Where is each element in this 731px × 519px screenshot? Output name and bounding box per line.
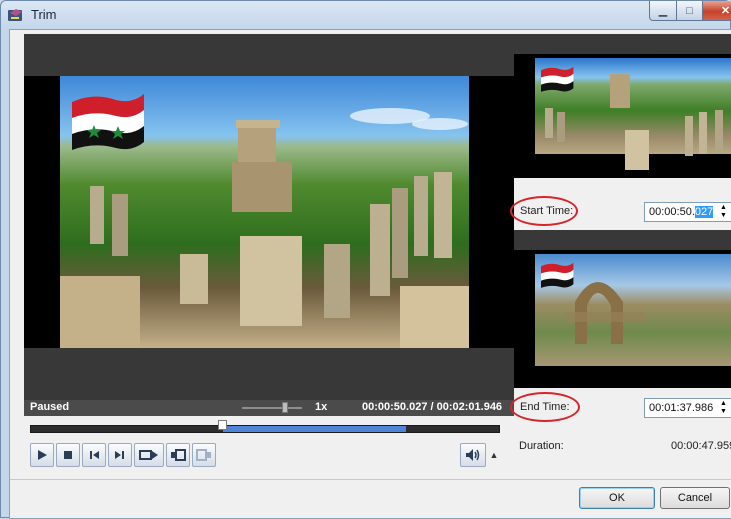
start-time-label: Start Time: [520, 205, 574, 217]
timeline-playhead[interactable] [218, 420, 227, 430]
caret-up-icon: ▲ [489, 450, 499, 460]
minimize-icon: ▁ [658, 5, 668, 17]
skip-back-icon [90, 451, 99, 459]
end-time-field[interactable]: 00:01:37.986 ▲ ▼ [644, 398, 731, 418]
duration-value: 00:00:47.959 [671, 440, 731, 452]
set-end-button[interactable] [192, 443, 216, 467]
cancel-button[interactable]: Cancel [660, 487, 730, 509]
end-frame-thumbnail [514, 230, 731, 388]
trim-selection-range [223, 426, 406, 432]
start-time-field[interactable]: 00:00:50.027 ▲ ▼ [644, 202, 731, 222]
minimize-button[interactable]: ▁ [649, 1, 677, 21]
speaker-icon [466, 449, 480, 461]
close-icon: ✕ [720, 5, 731, 17]
player-status-bar: Paused 1x 00:00:50.027 / 00:02:01.946 [24, 400, 514, 416]
main-video-preview[interactable] [24, 34, 514, 400]
start-frame-thumbnail [514, 34, 731, 178]
footer-divider [10, 479, 731, 480]
set-start-button[interactable] [166, 443, 190, 467]
video-frame [24, 76, 514, 348]
speed-slider-handle[interactable] [282, 402, 288, 413]
volume-control: ▲ [460, 443, 500, 467]
playback-controls [30, 443, 216, 467]
stop-icon [64, 451, 72, 459]
next-frame-button[interactable] [108, 443, 132, 467]
window-title: Trim [31, 7, 57, 22]
end-time-spinner[interactable]: ▲ ▼ [720, 400, 730, 416]
previous-frame-button[interactable] [82, 443, 106, 467]
play-icon [38, 450, 47, 460]
close-button[interactable]: ✕ [703, 1, 731, 21]
playback-status: Paused [30, 401, 70, 413]
maximize-icon: □ [686, 4, 693, 17]
end-time-row: End Time: 00:01:37.986 ▲ ▼ [510, 392, 731, 422]
start-time-row: Start Time: 00:00:50.027 ▲ ▼ [510, 196, 731, 226]
trim-start-icon [171, 449, 186, 461]
end-time-label: End Time: [520, 401, 570, 413]
duration-row: Duration: 00:00:47.959 [514, 430, 731, 460]
app-icon [8, 9, 22, 21]
title-bar: Trim ▁ □ ✕ [1, 1, 731, 29]
play-button[interactable] [30, 443, 54, 467]
volume-button[interactable] [460, 443, 486, 467]
volume-dropdown-button[interactable]: ▲ [488, 443, 500, 467]
ok-button[interactable]: OK [579, 487, 655, 509]
playback-time: 00:00:50.027 / 00:02:01.946 [362, 401, 503, 413]
speed-slider-track[interactable] [242, 407, 302, 409]
skip-forward-icon [115, 451, 124, 459]
maximize-button[interactable]: □ [677, 1, 703, 21]
start-time-spinner[interactable]: ▲ ▼ [720, 204, 730, 220]
play-selection-button[interactable] [134, 443, 164, 467]
trim-dialog: Trim ▁ □ ✕ Paused 1x 00:00:50.027 / 00:0… [0, 0, 731, 519]
trim-end-icon [196, 449, 211, 461]
timeline-bar[interactable] [30, 420, 500, 433]
playback-speed: 1x [315, 401, 328, 413]
duration-label: Duration: [519, 440, 564, 452]
dialog-body: Paused 1x 00:00:50.027 / 00:02:01.946 ▲ … [9, 29, 731, 519]
play-selection-icon [139, 450, 158, 460]
video-still-ruins [60, 76, 469, 348]
stop-button[interactable] [56, 443, 80, 467]
